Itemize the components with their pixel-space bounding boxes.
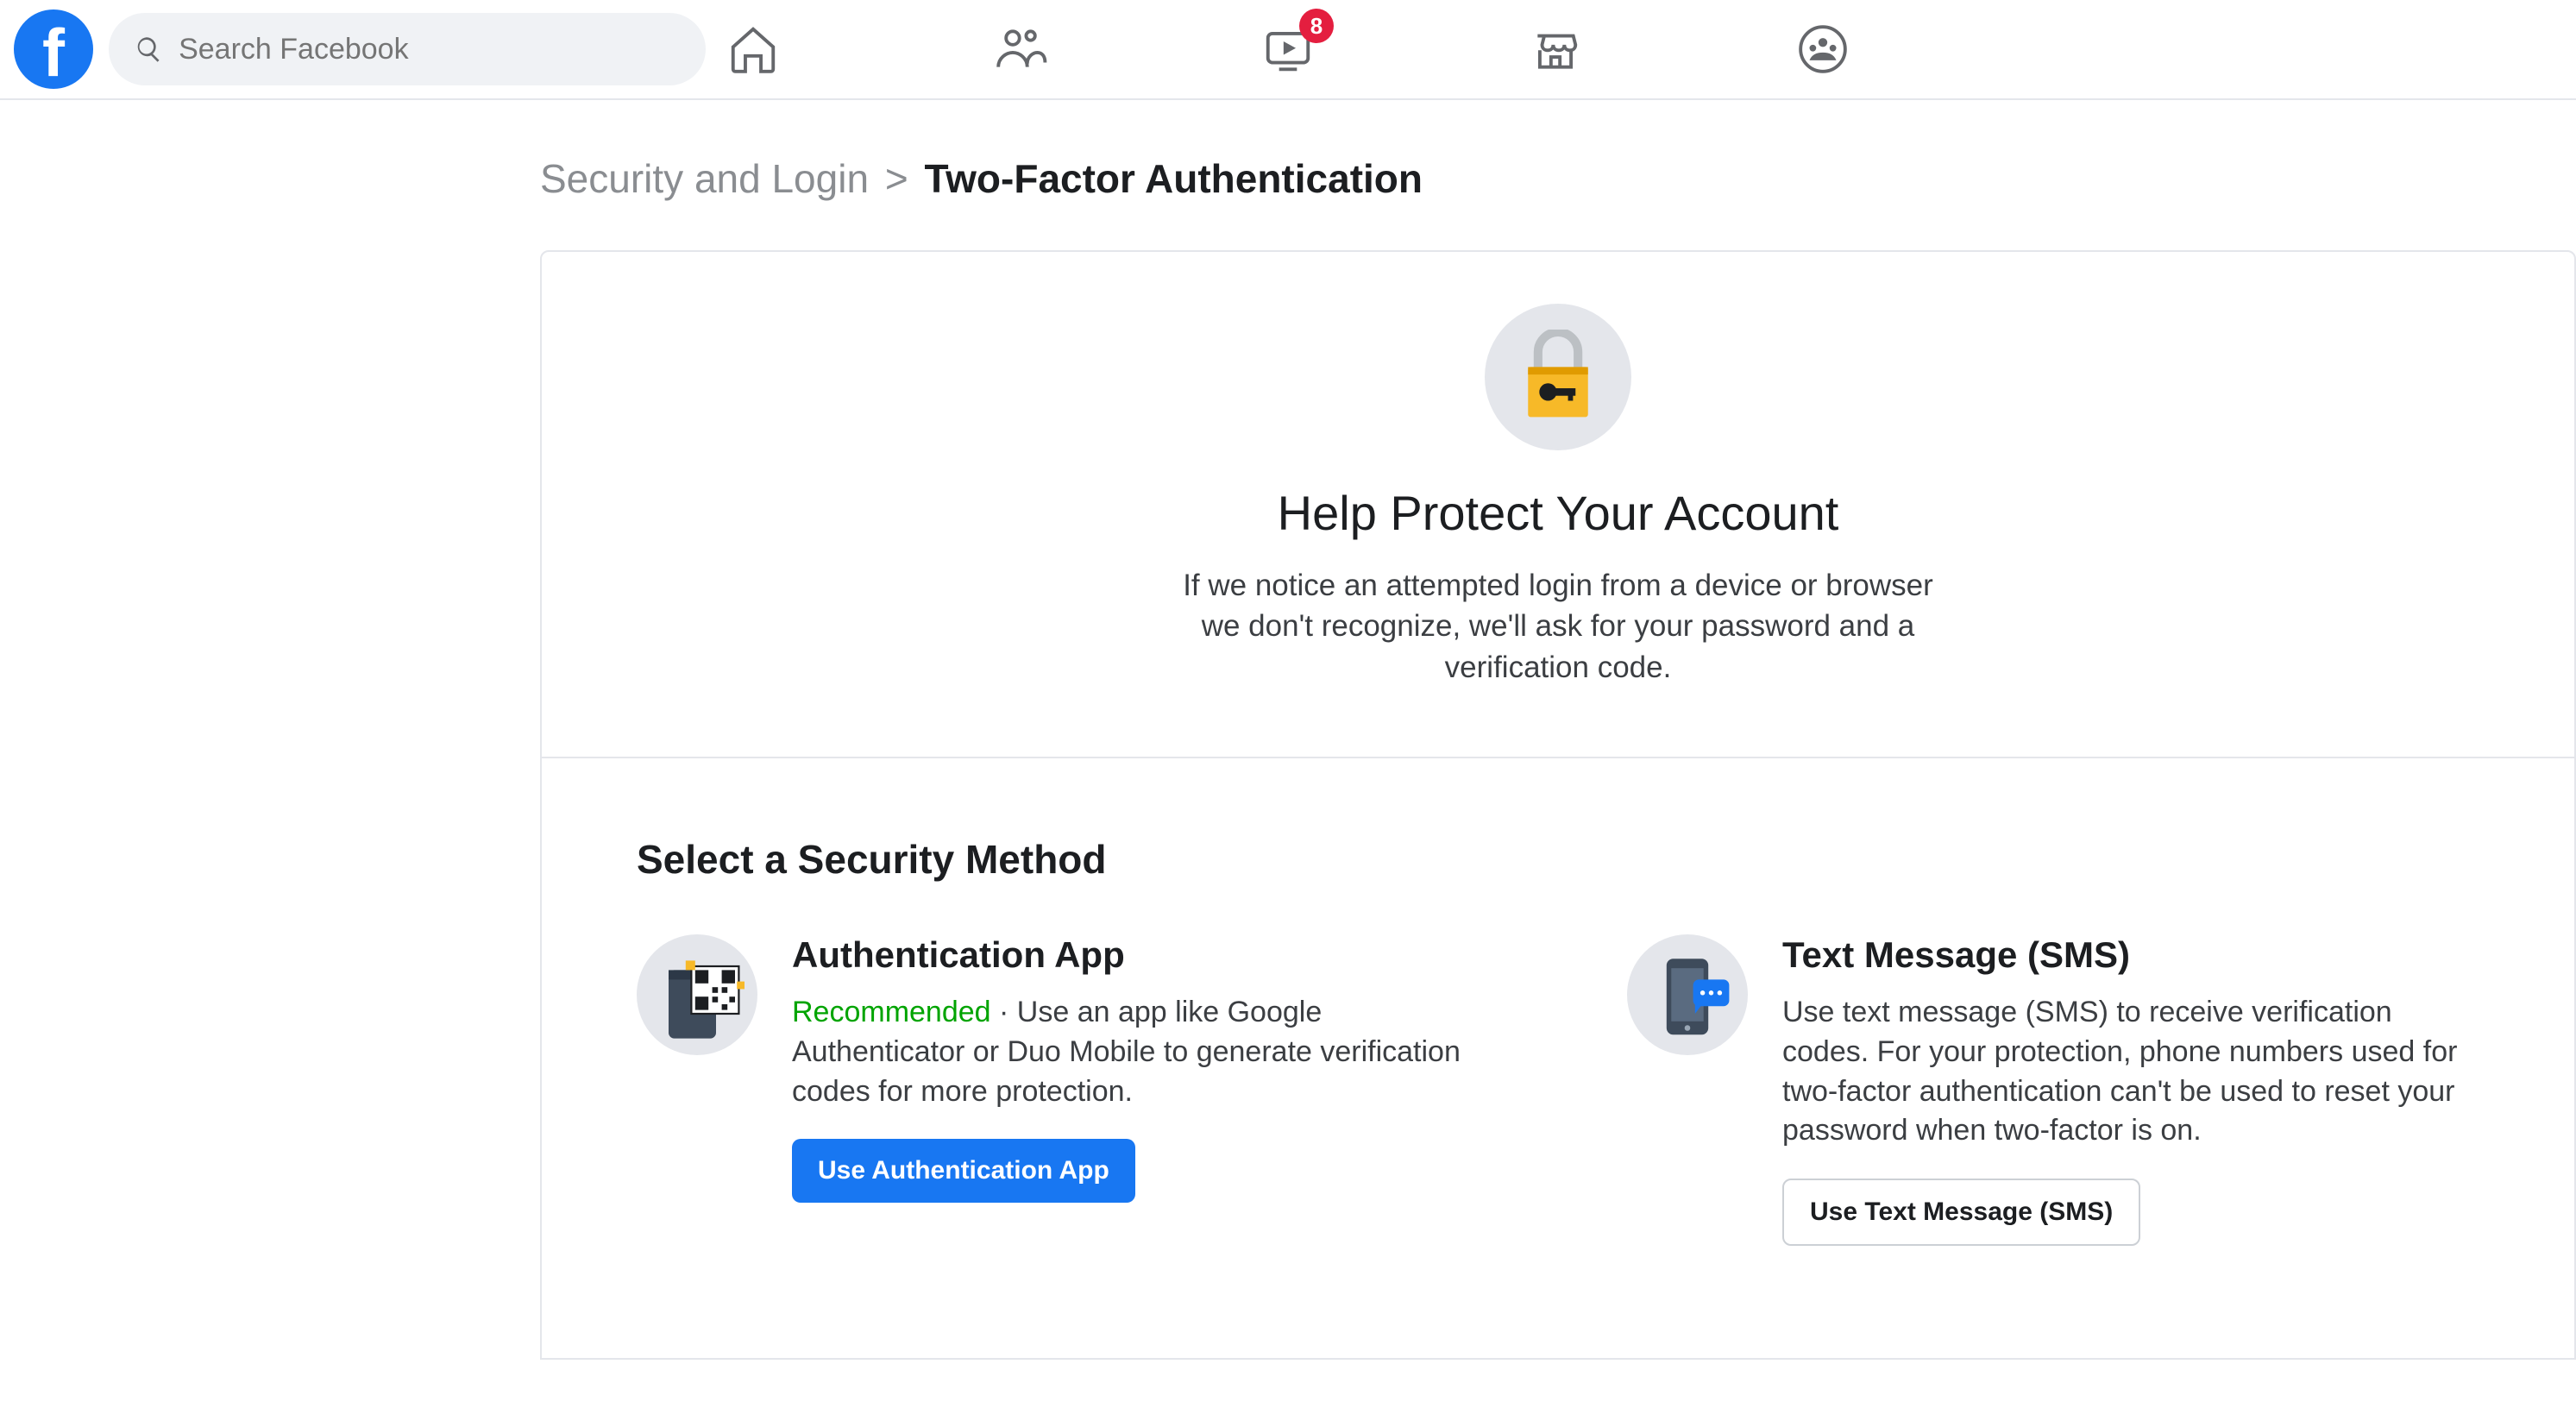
sms-phone-icon xyxy=(1627,934,1748,1055)
hero-title: Help Protect Your Account xyxy=(576,485,2540,541)
breadcrumb-separator: > xyxy=(885,156,908,201)
watch-badge: 8 xyxy=(1299,9,1334,43)
qr-phone-icon xyxy=(637,934,757,1055)
methods-section: Select a Security Method xyxy=(542,758,2574,1359)
search-icon xyxy=(135,34,163,65)
auth-app-title: Authentication App xyxy=(792,934,1489,976)
nav-marketplace[interactable] xyxy=(1517,10,1594,88)
lock-key-icon xyxy=(1485,304,1631,450)
marketplace-icon xyxy=(1529,22,1582,76)
sms-description: Use text message (SMS) to receive verifi… xyxy=(1782,993,2479,1152)
sms-title: Text Message (SMS) xyxy=(1782,934,2479,976)
breadcrumb: Security and Login > Two-Factor Authenti… xyxy=(540,155,2576,202)
method-sms: Text Message (SMS) Use text message (SMS… xyxy=(1627,934,2479,1247)
friends-icon xyxy=(994,22,1047,76)
nav-watch[interactable]: 8 xyxy=(1249,10,1327,88)
auth-app-description: Recommended · Use an app like Google Aut… xyxy=(792,993,1489,1112)
breadcrumb-current: Two-Factor Authentication xyxy=(924,156,1423,201)
nav-groups[interactable] xyxy=(1784,10,1862,88)
center-nav: 8 xyxy=(714,10,1862,88)
methods-heading: Select a Security Method xyxy=(637,836,2479,883)
nav-friends[interactable] xyxy=(982,10,1059,88)
nav-home[interactable] xyxy=(714,10,792,88)
search-input[interactable] xyxy=(179,33,680,66)
settings-card: Help Protect Your Account If we notice a… xyxy=(540,250,2576,1360)
use-auth-app-button[interactable]: Use Authentication App xyxy=(792,1139,1135,1203)
groups-icon xyxy=(1796,22,1850,76)
breadcrumb-parent[interactable]: Security and Login xyxy=(540,156,869,201)
home-icon xyxy=(726,22,780,76)
top-navbar: f 8 xyxy=(0,0,2576,100)
use-sms-button[interactable]: Use Text Message (SMS) xyxy=(1782,1179,2140,1246)
separator-dot: · xyxy=(999,996,1017,1028)
hero-description: If we notice an attempted login from a d… xyxy=(1161,565,1955,688)
facebook-logo[interactable]: f xyxy=(14,9,93,89)
method-auth-app: Authentication App Recommended · Use an … xyxy=(637,934,1489,1247)
recommended-tag: Recommended xyxy=(792,996,991,1028)
hero-section: Help Protect Your Account If we notice a… xyxy=(542,252,2574,758)
page-content: Security and Login > Two-Factor Authenti… xyxy=(540,155,2576,1360)
search-bar[interactable] xyxy=(109,13,706,85)
